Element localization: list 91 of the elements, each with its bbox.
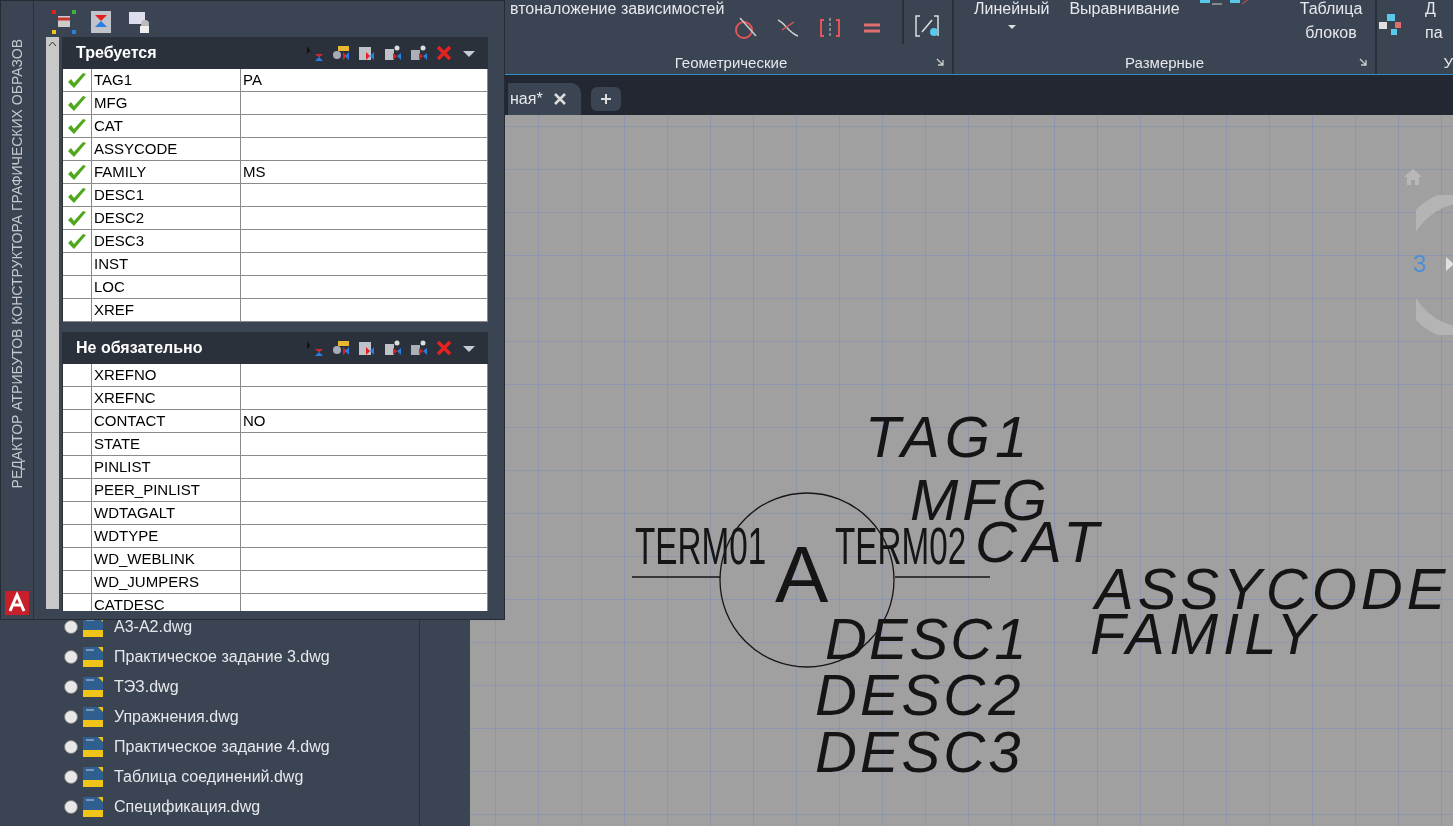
section-title: Требуется — [76, 44, 158, 62]
attribute-name[interactable]: MFG — [92, 92, 241, 114]
attribute-text: DESC3 — [815, 730, 1024, 774]
attribute-value[interactable]: MS — [241, 161, 488, 183]
viewcube-label: 3 — [1413, 250, 1427, 278]
document-icon[interactable] — [358, 45, 376, 61]
file-tab[interactable]: ная* — [508, 83, 581, 115]
dwg-file-icon — [82, 796, 104, 818]
attribute-name[interactable]: XREF — [92, 299, 241, 321]
scrollbar[interactable] — [46, 37, 59, 609]
block-icon[interactable] — [410, 45, 428, 61]
radio-button[interactable] — [64, 650, 78, 664]
radio-button[interactable] — [64, 740, 78, 754]
cursor-icon[interactable] — [306, 45, 324, 61]
block-editor-icon[interactable] — [90, 10, 114, 34]
radio-button[interactable] — [64, 770, 78, 784]
attribute-name[interactable]: LOC — [92, 276, 241, 298]
cursor-icon[interactable] — [306, 340, 324, 356]
file-name[interactable]: Упражнения.dwg — [114, 708, 239, 726]
tangent-icon[interactable] — [734, 16, 759, 40]
block-table-button[interactable]: Таблица блоков — [1293, 0, 1369, 42]
panel-title: У — [1442, 52, 1453, 73]
attribute-text: FAMILY — [1090, 612, 1320, 656]
file-name[interactable]: А3-А2.dwg — [114, 618, 193, 636]
expand-arrow-icon[interactable] — [1359, 58, 1367, 66]
attribute-name[interactable]: CONTACT — [92, 410, 241, 432]
attribute-value[interactable]: PA — [241, 69, 488, 91]
attribute-text: CAT — [975, 520, 1105, 564]
new-tab-button[interactable] — [590, 87, 621, 111]
radio-button[interactable] — [64, 800, 78, 814]
section-header[interactable]: Требуется — [62, 37, 488, 69]
symmetric-icon[interactable] — [818, 16, 843, 40]
attribute-name[interactable]: STATE — [92, 433, 241, 455]
expand-arrow-icon[interactable] — [936, 58, 944, 66]
radio-button[interactable] — [64, 710, 78, 724]
delete-icon[interactable] — [436, 340, 452, 356]
attribute-name[interactable]: WDTYPE — [92, 525, 241, 547]
attribute-text: TAG1 — [865, 415, 1033, 459]
section-header[interactable]: Не обязательно — [62, 332, 488, 364]
plus-icon — [599, 93, 612, 105]
attribute-name[interactable]: FAMILY — [92, 161, 241, 183]
attribute-text: MFG — [910, 478, 1051, 522]
panel-title: Геометрические — [510, 50, 952, 74]
attribute-name[interactable]: WD_WEBLINK — [92, 548, 241, 570]
attribute-name[interactable]: WDTAGALT — [92, 502, 241, 524]
close-icon[interactable] — [552, 92, 567, 106]
smooth-curve-icon[interactable] — [776, 16, 801, 40]
file-name[interactable]: Практическое задание 4.dwg — [114, 738, 330, 756]
attribute-name[interactable]: XREFNO — [92, 364, 241, 386]
ribbon-label[interactable]: втоналожение зависимостей — [510, 0, 725, 18]
attribute-value[interactable]: NO — [241, 410, 488, 432]
file-name[interactable]: Таблица соединений.dwg — [114, 768, 304, 786]
block-icon[interactable] — [384, 340, 402, 356]
attribute-name[interactable]: TAG1 — [92, 69, 241, 91]
attribute-name[interactable]: DESC3 — [92, 230, 241, 252]
document-icon[interactable] — [358, 340, 376, 356]
attribute-name[interactable]: PEER_PINLIST — [92, 479, 241, 501]
align-button[interactable]: Выравнивание — [1069, 0, 1180, 18]
attribute-name[interactable]: PINLIST — [92, 456, 241, 478]
dwg-file-icon — [82, 706, 104, 728]
block-icon[interactable] — [384, 45, 402, 61]
attribute-name[interactable]: ASSYCODE — [92, 138, 241, 160]
radio-button[interactable] — [64, 680, 78, 694]
ribbon-label[interactable]: па — [1425, 24, 1443, 42]
delete-icon[interactable] — [436, 45, 452, 61]
dimension-dropdown[interactable]: Линейный — [974, 0, 1050, 18]
symbol-letter: A — [775, 545, 829, 605]
dwg-file-icon — [82, 736, 104, 758]
dwg-file-icon — [82, 646, 104, 668]
radio-button[interactable] — [64, 620, 78, 634]
attribute-name[interactable]: CAT — [92, 115, 241, 137]
attribute-name[interactable]: DESC2 — [92, 207, 241, 229]
file-name[interactable]: Практическое задание 3.dwg — [114, 648, 330, 666]
file-name[interactable]: ТЭЗ.dwg — [114, 678, 179, 696]
attribute-name[interactable]: XREFNC — [92, 387, 241, 409]
attribute-name[interactable]: INST — [92, 253, 241, 275]
attribute-name[interactable]: DESC1 — [92, 184, 241, 206]
panel-title: Размерные — [954, 50, 1375, 74]
attribute-name[interactable]: CATDESC — [92, 594, 241, 611]
attribute-text: DESC2 — [815, 673, 1024, 717]
app-logo-icon[interactable] — [5, 591, 29, 615]
block-icon[interactable] — [410, 340, 428, 356]
dwg-file-icon — [82, 676, 104, 698]
dwg-file-icon — [82, 766, 104, 788]
caret-icon[interactable] — [1006, 24, 1017, 30]
attribute-name[interactable]: WD_JUMPERS — [92, 571, 241, 593]
ribbon-label[interactable]: Д — [1425, 0, 1436, 18]
file-name[interactable]: Спецификация.dwg — [114, 798, 261, 816]
palette-icon[interactable] — [1379, 14, 1403, 36]
section-title: Не обязательно — [76, 339, 204, 357]
palette-title: РЕДАКТОР АТРИБУТОВ КОНСТРУКТОРА ГРАФИЧЕСКИХ ОБРАЗОВ — [9, 39, 25, 489]
